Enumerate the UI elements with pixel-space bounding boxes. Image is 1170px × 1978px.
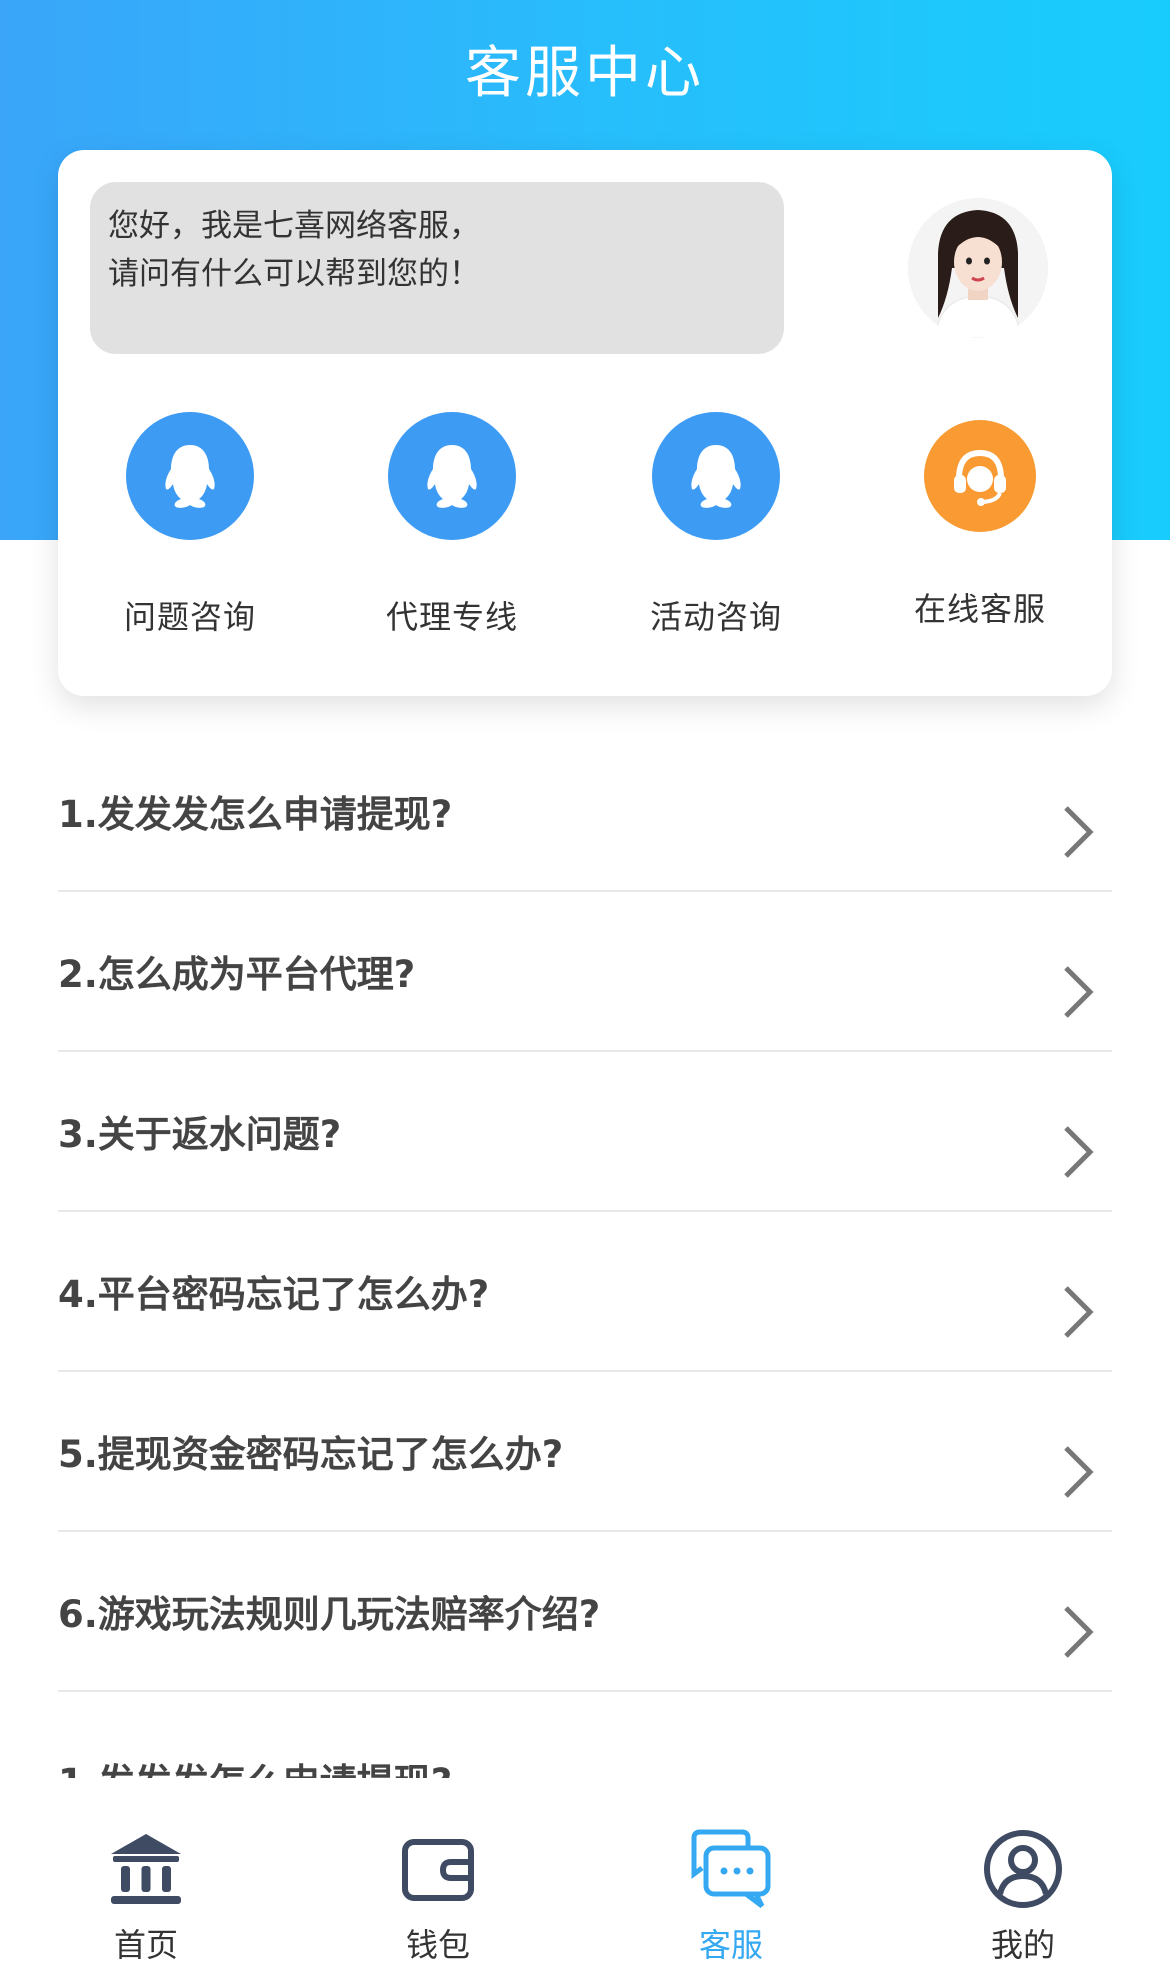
tab-home[interactable]: 首页	[0, 1778, 292, 1978]
faq-question: 4.平台密码忘记了怎么办?	[58, 1273, 490, 1316]
qq-penguin-icon	[388, 412, 516, 540]
tab-label: 首页	[113, 1926, 178, 1964]
greeting-bubble: 您好，我是七喜网络客服， 请问有什么可以帮到您的！	[90, 182, 784, 354]
action-label: 在线客服	[913, 590, 1046, 628]
action-agent-line[interactable]: 代理专线	[352, 408, 552, 648]
faq-item[interactable]: 3.关于返水问题?	[58, 1052, 1112, 1212]
chevron-right-icon	[1064, 966, 1094, 1018]
action-event-consult[interactable]: 活动咨询	[616, 408, 816, 648]
faq-question: 1.发发发怎么申请提现?	[58, 1752, 452, 1778]
qq-penguin-icon	[652, 412, 780, 540]
greeting-line-1: 您好，我是七喜网络客服，	[108, 208, 480, 244]
chevron-right-icon	[1064, 806, 1094, 858]
faq-question: 1.发发发怎么申请提现?	[58, 793, 453, 836]
tab-service[interactable]: 客服	[585, 1778, 877, 1978]
action-label: 活动咨询	[649, 598, 782, 636]
chevron-right-icon	[1064, 1126, 1094, 1178]
chevron-right-icon	[1064, 1446, 1094, 1498]
tab-wallet[interactable]: 钱包	[292, 1778, 584, 1978]
action-online-service[interactable]: 在线客服	[880, 408, 1080, 648]
chevron-right-icon	[1064, 1286, 1094, 1338]
user-icon	[984, 1830, 1062, 1908]
tab-label: 客服	[698, 1926, 763, 1964]
greeting-line-2: 请问有什么可以帮到您的！	[108, 256, 480, 292]
support-card: 您好，我是七喜网络客服， 请问有什么可以帮到您的！ 问题咨询 代理专线 活动咨询…	[58, 150, 1112, 696]
action-question-consult[interactable]: 问题咨询	[90, 408, 290, 648]
faq-item[interactable]: 1.发发发怎么申请提现?	[58, 732, 1112, 892]
faq-list: 1.发发发怎么申请提现? 2.怎么成为平台代理? 3.关于返水问题? 4.平台密…	[58, 732, 1112, 1692]
qq-penguin-icon	[126, 412, 254, 540]
headset-icon	[924, 420, 1036, 532]
faq-item[interactable]: 5.提现资金密码忘记了怎么办?	[58, 1372, 1112, 1532]
faq-question: 6.游戏玩法规则几玩法赔率介绍?	[58, 1593, 601, 1636]
tab-label: 钱包	[405, 1926, 470, 1964]
chevron-right-icon	[1064, 1606, 1094, 1658]
agent-avatar	[908, 198, 1048, 338]
wallet-icon	[402, 1839, 474, 1901]
faq-item[interactable]: 4.平台密码忘记了怎么办?	[58, 1212, 1112, 1372]
faq-item[interactable]: 2.怎么成为平台代理?	[58, 892, 1112, 1052]
faq-item-partial[interactable]: 1.发发发怎么申请提现?	[58, 1732, 1112, 1778]
tab-label: 我的	[990, 1926, 1055, 1964]
faq-item[interactable]: 6.游戏玩法规则几玩法赔率介绍?	[58, 1532, 1112, 1692]
tab-profile[interactable]: 我的	[877, 1778, 1169, 1978]
faq-question: 2.怎么成为平台代理?	[58, 953, 416, 996]
chat-icon	[691, 1829, 771, 1908]
faq-question: 5.提现资金密码忘记了怎么办?	[58, 1433, 564, 1476]
action-label: 问题咨询	[123, 598, 256, 636]
action-label: 代理专线	[385, 598, 518, 636]
bottom-tab-bar: 首页 钱包 客服 我的	[0, 1778, 1170, 1978]
page-title: 客服中心	[465, 41, 705, 106]
contact-options: 问题咨询 代理专线 活动咨询 在线客服	[58, 408, 1112, 668]
faq-question: 3.关于返水问题?	[58, 1113, 342, 1156]
bank-icon	[111, 1834, 181, 1904]
